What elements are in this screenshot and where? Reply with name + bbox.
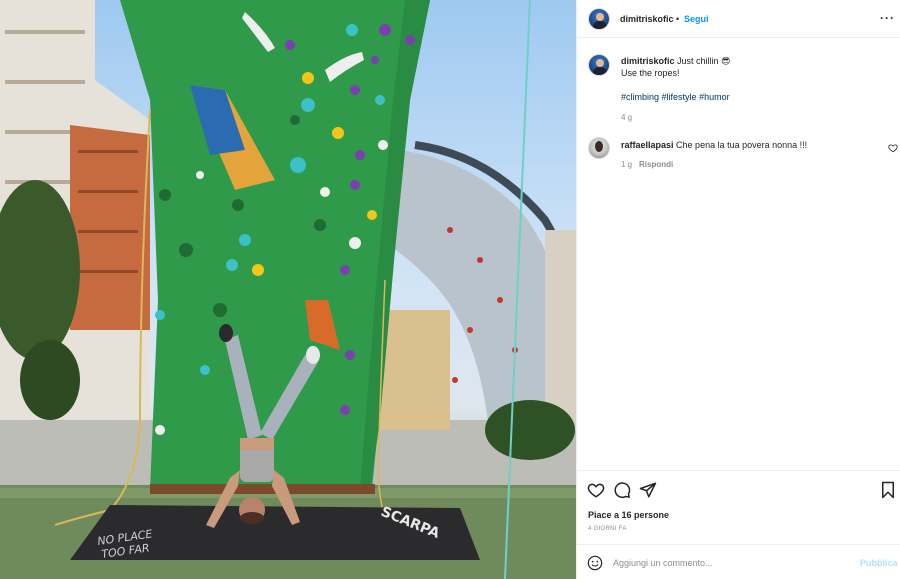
heart-icon[interactable]	[587, 481, 605, 499]
comment-text: Che pena la tua povera nonna !!!	[676, 140, 808, 150]
comment-like-heart-icon[interactable]	[888, 143, 898, 153]
commenter-avatar[interactable]	[588, 137, 610, 159]
caption-age: 4 g	[621, 113, 633, 122]
hashtag-climbing[interactable]: #climbing	[621, 92, 659, 102]
header-separator: •	[676, 14, 680, 24]
post-date: 4 GIORNI FA	[588, 526, 627, 532]
caption-username[interactable]: dimitriskofic	[621, 56, 675, 66]
publish-button[interactable]: Pubblica	[860, 558, 898, 568]
smiley-icon[interactable]	[587, 555, 603, 571]
caption-hashtags: #climbing #lifestyle #humor	[621, 91, 730, 103]
caption-avatar[interactable]	[588, 54, 610, 76]
header-username[interactable]: dimitriskofic	[620, 14, 674, 24]
more-options-icon[interactable]: ···	[880, 11, 895, 25]
comment-age: 1 g	[621, 160, 633, 169]
likes-count[interactable]: Piace a 16 persone	[588, 510, 669, 520]
caption-line-2: Use the ropes!	[621, 68, 680, 78]
comment-username[interactable]: raffaellapasi	[621, 140, 674, 150]
hashtag-lifestyle[interactable]: #lifestyle	[662, 92, 697, 102]
follow-button[interactable]: Segui	[684, 14, 709, 24]
comment-icon[interactable]	[613, 481, 631, 499]
hashtag-humor[interactable]: #humor	[699, 92, 730, 102]
comment-item: raffaellapasi Che pena la tua povera non…	[621, 139, 881, 151]
post-side-panel: dimitriskofic • Segui ··· dimitriskofic …	[576, 0, 900, 579]
climbing-photo-illustration: NO PLACE TOO FAR SCARPA	[0, 0, 576, 579]
caption-line-1: Just chillin 😎	[677, 56, 731, 66]
post-header: dimitriskofic • Segui ···	[577, 0, 900, 38]
post-photo[interactable]: NO PLACE TOO FAR SCARPA	[0, 0, 576, 579]
caption-block: dimitriskofic Just chillin 😎	[621, 55, 891, 67]
owner-avatar[interactable]	[588, 8, 610, 30]
bookmark-icon[interactable]	[879, 481, 897, 499]
comment-bar: Pubblica	[577, 544, 900, 579]
comment-input[interactable]	[613, 555, 853, 571]
paper-plane-icon[interactable]	[639, 481, 657, 499]
comment-reply-button[interactable]: Rispondi	[639, 160, 673, 169]
